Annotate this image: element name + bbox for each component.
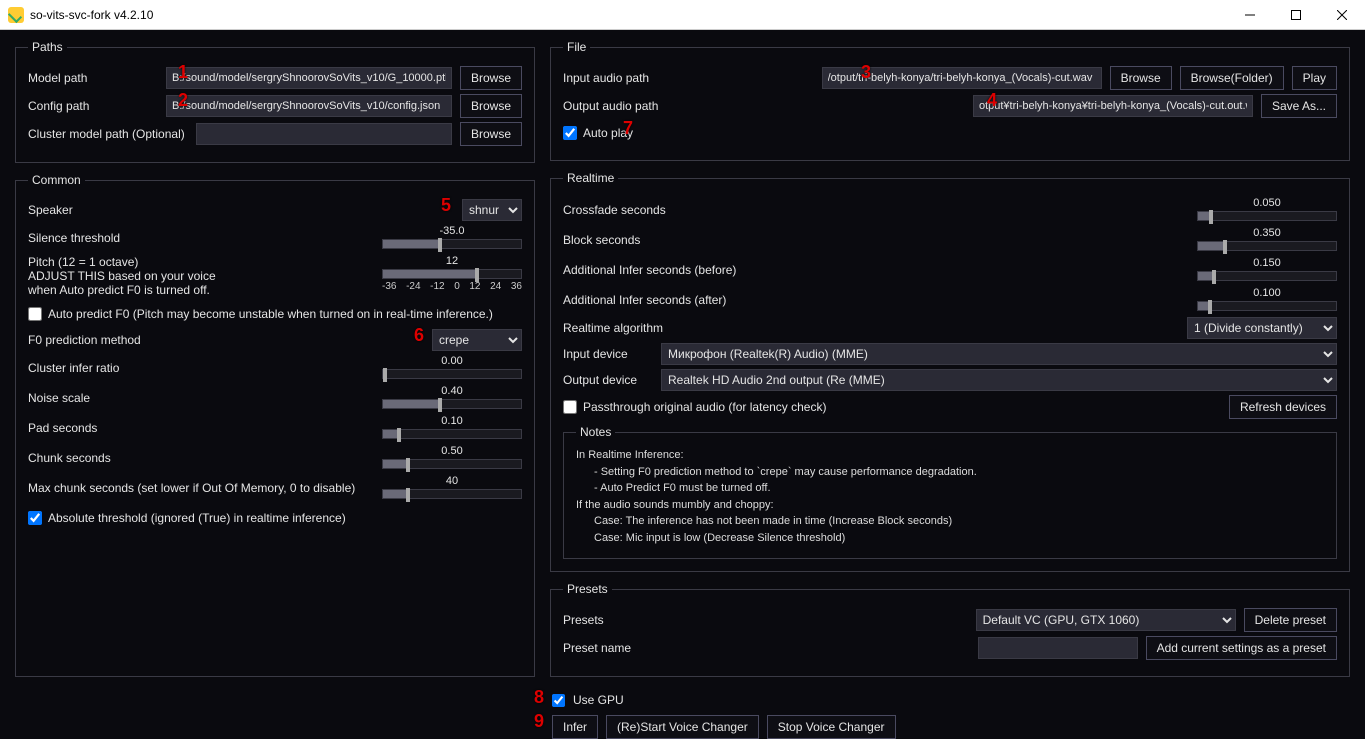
auto-f0-checkbox[interactable] — [28, 307, 42, 321]
marker-7: 7 — [623, 118, 633, 139]
output-audio-label: Output audio path — [563, 99, 673, 113]
config-browse-button[interactable]: Browse — [460, 94, 522, 118]
play-button[interactable]: Play — [1292, 66, 1337, 90]
marker-1: 1 — [178, 62, 188, 83]
f0-method-select[interactable]: crepe — [432, 329, 522, 351]
noise-label: Noise scale — [28, 391, 374, 405]
use-gpu-checkbox[interactable] — [552, 694, 565, 707]
paths-group: Paths 1 Model path Browse 2 Config path … — [15, 40, 535, 163]
model-path-label: Model path — [28, 71, 158, 85]
noise-slider[interactable]: 0.40 — [382, 385, 522, 411]
delete-preset-button[interactable]: Delete preset — [1244, 608, 1337, 632]
auto-f0-label: Auto predict F0 (Pitch may become unstab… — [48, 307, 493, 321]
f0-method-label: F0 prediction method — [28, 333, 424, 347]
silence-label: Silence threshold — [28, 231, 374, 245]
speaker-select[interactable]: shnur — [462, 199, 522, 221]
config-path-label: Config path — [28, 99, 158, 113]
cluster-path-label: Cluster model path (Optional) — [28, 127, 188, 141]
passthrough-label: Passthrough original audio (for latency … — [583, 400, 826, 414]
algorithm-select[interactable]: 1 (Divide constantly) — [1187, 317, 1337, 339]
file-group: File 3 Input audio path Browse Browse(Fo… — [550, 40, 1350, 161]
config-path-input[interactable] — [166, 95, 452, 117]
add-preset-button[interactable]: Add current settings as a preset — [1146, 636, 1337, 660]
input-browse-button[interactable]: Browse — [1110, 66, 1172, 90]
abs-threshold-checkbox[interactable] — [28, 511, 42, 525]
auto-play-checkbox[interactable] — [563, 126, 577, 140]
add-after-slider[interactable]: 0.100 — [1197, 287, 1337, 313]
algorithm-label: Realtime algorithm — [563, 321, 1179, 335]
model-browse-button[interactable]: Browse — [460, 66, 522, 90]
presets-legend: Presets — [563, 582, 612, 596]
pad-slider[interactable]: 0.10 — [382, 415, 522, 441]
presets-select[interactable]: Default VC (GPU, GTX 1060) — [976, 609, 1236, 631]
preset-name-label: Preset name — [563, 641, 693, 655]
max-chunk-label: Max chunk seconds (set lower if Out Of M… — [28, 481, 374, 495]
maximize-button[interactable] — [1273, 0, 1319, 30]
notes-text: In Realtime Inference: - Setting F0 pred… — [576, 447, 1324, 546]
marker-2: 2 — [178, 90, 188, 111]
realtime-legend: Realtime — [563, 171, 618, 185]
presets-group: Presets Presets Default VC (GPU, GTX 106… — [550, 582, 1350, 677]
file-legend: File — [563, 40, 590, 54]
close-button[interactable] — [1319, 0, 1365, 30]
output-audio-input[interactable] — [973, 95, 1253, 117]
notes-group: Notes In Realtime Inference: - Setting F… — [563, 425, 1337, 559]
paths-legend: Paths — [28, 40, 67, 54]
stop-vc-button[interactable]: Stop Voice Changer — [767, 715, 896, 739]
common-legend: Common — [28, 173, 85, 187]
add-before-label: Additional Infer seconds (before) — [563, 263, 1189, 277]
crossfade-label: Crossfade seconds — [563, 203, 1189, 217]
abs-threshold-label: Absolute threshold (ignored (True) in re… — [48, 511, 346, 525]
max-chunk-slider[interactable]: 40 — [382, 475, 522, 501]
input-audio-label: Input audio path — [563, 71, 673, 85]
main-content: Paths 1 Model path Browse 2 Config path … — [0, 30, 1365, 687]
marker-6: 6 — [414, 325, 424, 346]
cluster-ratio-slider[interactable]: 0.00 — [382, 355, 522, 381]
preset-name-input[interactable] — [978, 637, 1138, 659]
crossfade-slider[interactable]: 0.050 — [1197, 197, 1337, 223]
pad-label: Pad seconds — [28, 421, 374, 435]
passthrough-checkbox[interactable] — [563, 400, 577, 414]
silence-slider[interactable]: -35.0 — [382, 225, 522, 251]
restart-vc-button[interactable]: (Re)Start Voice Changer — [606, 715, 759, 739]
speaker-label: Speaker — [28, 203, 454, 217]
common-group: Common 5 Speaker shnur Silence threshold… — [15, 173, 535, 677]
marker-5: 5 — [441, 195, 451, 216]
marker-8: 8 — [534, 687, 544, 708]
cluster-path-input[interactable] — [196, 123, 452, 145]
chunk-slider[interactable]: 0.50 — [382, 445, 522, 471]
refresh-devices-button[interactable]: Refresh devices — [1229, 395, 1337, 419]
window-title: so-vits-svc-fork v4.2.10 — [30, 8, 153, 22]
pitch-label: Pitch (12 = 1 octave) ADJUST THIS based … — [28, 255, 374, 297]
marker-9: 9 — [534, 711, 544, 732]
chunk-label: Chunk seconds — [28, 451, 374, 465]
infer-button[interactable]: Infer — [552, 715, 598, 739]
cluster-ratio-label: Cluster infer ratio — [28, 361, 374, 375]
bottom-panel: 8 Use GPU 9 Infer (Re)Start Voice Change… — [0, 687, 1365, 739]
input-browse-folder-button[interactable]: Browse(Folder) — [1180, 66, 1284, 90]
use-gpu-label: Use GPU — [573, 693, 624, 707]
add-after-label: Additional Infer seconds (after) — [563, 293, 1189, 307]
titlebar: so-vits-svc-fork v4.2.10 — [0, 0, 1365, 30]
pitch-slider[interactable]: 12 -36-24-120122436 — [382, 255, 522, 292]
realtime-group: Realtime Crossfade seconds 0.050 Block s… — [550, 171, 1350, 572]
output-device-select[interactable]: Realtek HD Audio 2nd output (Re (MME) — [661, 369, 1337, 391]
cluster-browse-button[interactable]: Browse — [460, 122, 522, 146]
block-label: Block seconds — [563, 233, 1189, 247]
save-as-button[interactable]: Save As... — [1261, 94, 1337, 118]
minimize-button[interactable] — [1227, 0, 1273, 30]
marker-3: 3 — [861, 62, 871, 83]
output-device-label: Output device — [563, 373, 653, 387]
model-path-input[interactable] — [166, 67, 452, 89]
app-icon — [8, 7, 24, 23]
presets-label: Presets — [563, 613, 693, 627]
add-before-slider[interactable]: 0.150 — [1197, 257, 1337, 283]
marker-4: 4 — [987, 90, 997, 111]
input-device-select[interactable]: Микрофон (Realtek(R) Audio) (MME) — [661, 343, 1337, 365]
block-slider[interactable]: 0.350 — [1197, 227, 1337, 253]
input-device-label: Input device — [563, 347, 653, 361]
notes-legend: Notes — [576, 425, 615, 439]
